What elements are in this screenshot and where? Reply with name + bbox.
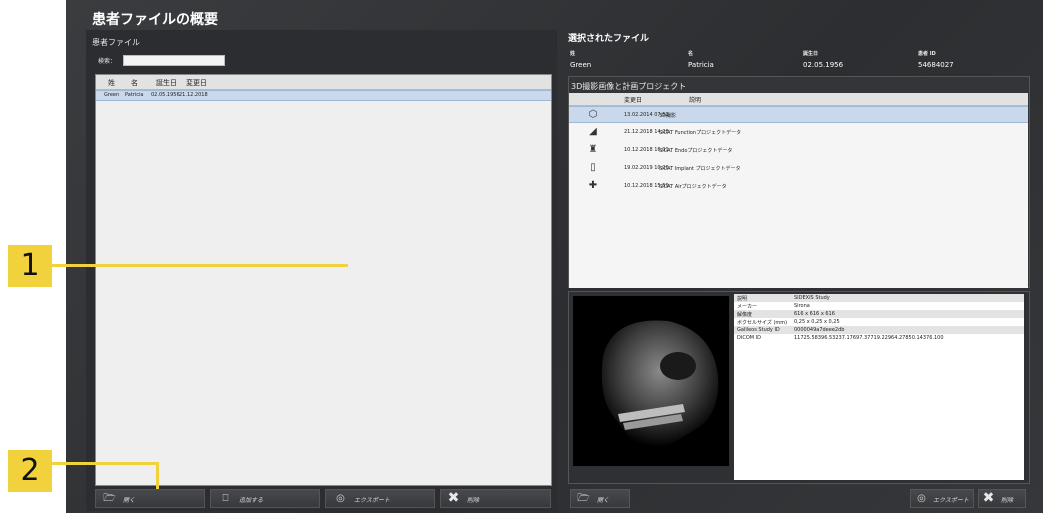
export-icon: ◎ — [917, 493, 926, 504]
label-id: 患者 ID — [918, 51, 936, 57]
patient-list[interactable]: 姓 名 誕生日 変更日 Green Patricia 02.05.1956 21… — [95, 74, 552, 486]
export-button[interactable]: ◎ エクスポート — [325, 489, 435, 508]
col-changed[interactable]: 変更日 — [624, 95, 642, 104]
col-last-name[interactable]: 姓 — [108, 78, 115, 88]
delete-button[interactable]: ✖ 削除 — [440, 489, 551, 508]
project-desc: SICAT Implant プロジェクトデータ — [659, 166, 741, 172]
delete-button-label: 削除 — [467, 497, 480, 504]
detail-key: DICOM ID — [737, 335, 761, 341]
add-button[interactable]: ⎕ 追加する — [210, 489, 320, 508]
project-desc: SICAT Endoプロジェクトデータ — [659, 148, 733, 154]
delete-icon: ✖ — [982, 490, 995, 506]
project-list-header: 変更日 説明 — [569, 93, 1028, 106]
patient-files-title: 患者ファイル — [92, 38, 140, 47]
project-desc: SICAT Functionプロジェクトデータ — [659, 130, 742, 136]
value-birth: 02.05.1956 — [803, 61, 844, 69]
callout-2-line-vertical — [156, 462, 159, 489]
detail-value: 0,25 x 0,25 x 0,25 — [794, 319, 840, 325]
delete-icon: ✖ — [447, 490, 460, 506]
selected-file-title: 選択されたファイル — [568, 34, 650, 44]
col-modified[interactable]: 変更日 — [186, 78, 207, 88]
export-icon: ◎ — [336, 493, 345, 504]
add-button-label: 追加する — [239, 497, 264, 504]
detail-row: 説明 SIDEXIS Study — [734, 294, 1024, 302]
value-first: Patricia — [688, 61, 714, 69]
right-delete-label: 削除 — [1001, 497, 1014, 504]
folder-open-icon: 🗁 — [577, 493, 590, 504]
search-label: 検索： — [98, 58, 117, 65]
cube-icon: ⬡ — [588, 109, 598, 120]
right-delete-button[interactable]: ✖ 削除 — [978, 489, 1026, 508]
list-item[interactable]: ⬡ 13.02.2014 07:52 3D撮影 — [569, 106, 1028, 123]
patient-list-header: 姓 名 誕生日 変更日 — [96, 75, 551, 90]
add-file-icon: ⎕ — [222, 493, 229, 504]
details-table: 説明 SIDEXIS Study メーカー Sirona 解像度 616 x 6… — [734, 294, 1024, 480]
callout-1: 1 — [8, 245, 52, 287]
folder-open-icon: 🗁 — [103, 493, 116, 504]
right-open-label: 開く — [597, 497, 610, 504]
cell-last: Green — [104, 92, 120, 98]
col-description[interactable]: 説明 — [689, 95, 701, 104]
right-open-button[interactable]: 🗁 開く — [570, 489, 630, 508]
jaw-icon: ◢ — [589, 126, 597, 137]
value-last: Green — [570, 61, 592, 69]
detail-key: メーカー — [737, 304, 758, 310]
label-birth: 誕生日 — [803, 51, 819, 57]
xray-preview-image — [573, 296, 729, 466]
detail-value: Sirona — [794, 303, 810, 309]
cell-first: Patricia — [125, 92, 144, 98]
table-row[interactable]: Green Patricia 02.05.1956 21.12.2018 — [96, 90, 551, 101]
detail-value: 11725.58396.53237.17697.37719.22964.2785… — [794, 335, 944, 341]
detail-row: Galileos Study ID 0000049a7deee2db — [734, 326, 1024, 334]
project-list[interactable]: 変更日 説明 ⬡ 13.02.2014 07:52 3D撮影 ◢ 21.12.2… — [569, 93, 1028, 288]
callout-2-line — [52, 462, 159, 465]
airway-icon: ✚ — [588, 180, 598, 191]
detail-row: メーカー Sirona — [734, 302, 1024, 310]
detail-value: 0000049a7deee2db — [794, 327, 845, 333]
label-last: 姓 — [570, 51, 576, 57]
callout-2: 2 — [8, 450, 52, 492]
open-button[interactable]: 🗁 開く — [95, 489, 205, 508]
detail-key: ボクセルサイズ (mm) — [737, 320, 788, 326]
col-birthdate[interactable]: 誕生日 — [156, 78, 177, 88]
right-export-button[interactable]: ◎ エクスポート — [910, 489, 974, 508]
detail-value: 616 x 616 x 616 — [794, 311, 835, 317]
cell-modified: 21.12.2018 — [179, 92, 208, 98]
list-item[interactable]: ♜ 10.12.2018 16:01 SICAT Endoプロジェクトデータ — [569, 142, 1028, 159]
detail-key: 説明 — [737, 296, 748, 302]
list-item[interactable]: ✚ 10.12.2018 15:59 SICAT Airプロジェクトデータ — [569, 178, 1028, 195]
callout-1-line — [52, 264, 348, 267]
export-button-label: エクスポート — [354, 497, 390, 504]
col-first-name[interactable]: 名 — [131, 78, 138, 88]
value-id: 54684027 — [918, 61, 954, 69]
implant-icon: ▯ — [590, 162, 596, 173]
search-input[interactable] — [123, 55, 225, 66]
project-desc: SICAT Airプロジェクトデータ — [659, 184, 727, 190]
tooth-icon: ♜ — [588, 144, 598, 155]
detail-value: SIDEXIS Study — [794, 295, 830, 301]
project-desc: 3D撮影 — [659, 113, 677, 119]
detail-key: 解像度 — [737, 312, 753, 318]
projects-title: 3D撮影画像と計画プロジェクト — [571, 82, 687, 91]
list-item[interactable]: ◢ 21.12.2018 14:28 SICAT Functionプロジェクトデ… — [569, 124, 1028, 141]
detail-row: ボクセルサイズ (mm) 0,25 x 0,25 x 0,25 — [734, 318, 1024, 326]
list-item[interactable]: ▯ 19.02.2019 10:26 SICAT Implant プロジェクトデ… — [569, 160, 1028, 177]
open-button-label: 開く — [123, 497, 136, 504]
right-export-label: エクスポート — [933, 497, 969, 504]
detail-row: DICOM ID 11725.58396.53237.17697.37719.2… — [734, 334, 1024, 342]
detail-key: Galileos Study ID — [737, 327, 780, 333]
label-first: 名 — [688, 51, 694, 57]
window-title: 患者ファイルの概要 — [92, 12, 218, 28]
detail-row: 解像度 616 x 616 x 616 — [734, 310, 1024, 318]
cell-birth: 02.05.1956 — [151, 92, 180, 98]
